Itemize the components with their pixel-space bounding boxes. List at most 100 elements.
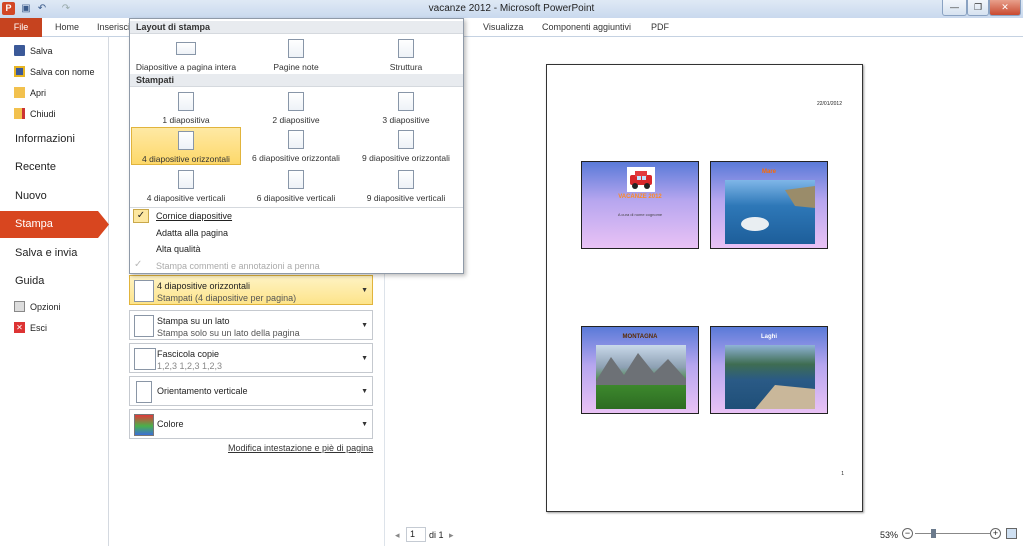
close-command[interactable]: Chiudi xyxy=(14,108,56,119)
save-as-icon xyxy=(14,66,25,77)
open-folder-icon xyxy=(14,87,25,98)
save-icon xyxy=(14,45,25,56)
handout-9-horizontal[interactable]: 9 diapositive orizzontali xyxy=(351,127,461,165)
handout-6h-icon xyxy=(288,130,304,149)
page-number-input[interactable]: 1 xyxy=(406,527,426,542)
slide-title: Laghi xyxy=(761,334,777,340)
full-page-icon xyxy=(176,42,196,55)
slide-title: MONTAGNA xyxy=(622,334,658,340)
popup-section-layout: Layout di stampa xyxy=(130,21,463,34)
tab-recent[interactable]: Recente xyxy=(15,161,56,173)
handout-1-slide[interactable]: 1 diapositiva xyxy=(131,89,241,127)
slide-thumbnail: Laghi xyxy=(710,326,828,414)
handout-9h-icon xyxy=(398,130,414,149)
handout-3-icon xyxy=(398,92,414,111)
slide-title: VACANZE 2012 xyxy=(618,194,662,200)
close-folder-icon xyxy=(14,108,25,119)
color-icon xyxy=(134,414,154,436)
page-date: 22/01/2012 xyxy=(816,101,842,107)
minimize-button[interactable]: — xyxy=(942,0,967,16)
handout-2-slides[interactable]: 2 diapositive xyxy=(241,89,351,127)
save-command[interactable]: Salva xyxy=(14,45,53,56)
chevron-down-icon: ▼ xyxy=(361,287,368,295)
handout-4h-icon xyxy=(178,131,194,150)
exit-command[interactable]: ✕ Esci xyxy=(14,322,47,333)
exit-icon: ✕ xyxy=(14,322,25,333)
page-count: di 1 xyxy=(429,530,444,540)
zoom-in-icon[interactable]: + xyxy=(990,528,1001,539)
handout-2-icon xyxy=(288,92,304,111)
preview-page: 22/01/2012 VACANZE 2012 A cura di nome c… xyxy=(546,64,863,512)
lake-photo xyxy=(725,345,815,409)
print-layout-popup: Layout di stampa Diapositive a pagina in… xyxy=(129,18,464,274)
toggle-frame-slides[interactable]: Cornice diapositive xyxy=(156,211,232,221)
options-icon xyxy=(14,301,25,312)
file-tab[interactable]: File xyxy=(0,18,42,37)
window-title: vacanze 2012 - Microsoft PowerPoint xyxy=(428,3,595,14)
status-bar: ◂ 1 di 1 ▸ 53% − + xyxy=(0,526,1023,546)
fit-to-window-icon[interactable] xyxy=(1006,528,1017,539)
color-dropdown[interactable]: Colore ▼ xyxy=(129,409,373,439)
portrait-icon xyxy=(136,381,152,403)
save-as-command[interactable]: Salva con nome xyxy=(14,66,95,77)
next-page-icon[interactable]: ▸ xyxy=(449,530,454,541)
one-side-icon xyxy=(134,315,154,337)
chevron-down-icon: ▼ xyxy=(361,322,368,330)
open-command[interactable]: Apri xyxy=(14,87,46,98)
mountain-photo xyxy=(596,345,686,409)
handout-4v-icon xyxy=(178,170,194,189)
tab-insert[interactable]: Inserisci xyxy=(97,22,130,32)
handout-9v-icon xyxy=(398,170,414,189)
handout-4-vertical[interactable]: 4 diapositive verticali xyxy=(131,167,241,205)
orientation-dropdown[interactable]: Orientamento verticale ▼ xyxy=(129,376,373,406)
slide-title: Mare xyxy=(761,169,776,175)
zoom-out-icon[interactable]: − xyxy=(902,528,913,539)
tab-home[interactable]: Home xyxy=(55,22,79,32)
slide-subtitle: A cura di nome cognome xyxy=(617,212,663,217)
check-icon: ✓ xyxy=(133,209,149,223)
toggle-high-quality[interactable]: Alta qualità xyxy=(156,244,201,254)
layout-full-page[interactable]: Diapositive a pagina intera xyxy=(131,36,241,74)
handout-3-slides[interactable]: 3 diapositive xyxy=(351,89,461,127)
tab-pdf[interactable]: PDF xyxy=(651,22,669,32)
tab-new[interactable]: Nuovo xyxy=(15,190,47,202)
zoom-level[interactable]: 53% xyxy=(880,530,898,540)
collate-dropdown[interactable]: Fascicola copie 1,2,3 1,2,3 1,2,3 ▼ xyxy=(129,343,373,373)
popup-section-handouts: Stampati xyxy=(130,74,463,87)
previous-page-icon[interactable]: ◂ xyxy=(395,530,400,541)
tab-addins[interactable]: Componenti aggiuntivi xyxy=(542,22,631,32)
zoom-slider-handle[interactable] xyxy=(931,529,936,538)
handout-6-vertical[interactable]: 6 diapositive verticali xyxy=(241,167,351,205)
tab-print[interactable]: Stampa xyxy=(0,211,109,238)
outline-icon xyxy=(398,39,414,58)
tab-info[interactable]: Informazioni xyxy=(15,133,75,145)
handout-6-horizontal[interactable]: 6 diapositive orizzontali xyxy=(241,127,351,165)
title-bar: P ▣ ↶ ↷ vacanze 2012 - Microsoft PowerPo… xyxy=(0,0,1023,18)
chevron-down-icon: ▼ xyxy=(361,388,368,396)
handout-1-icon xyxy=(178,92,194,111)
tab-view[interactable]: Visualizza xyxy=(483,22,523,32)
slide-thumbnail: MONTAGNA xyxy=(581,326,699,414)
layout-dropdown[interactable]: 4 diapositive orizzontali Stampati (4 di… xyxy=(129,275,373,305)
sea-photo xyxy=(725,180,815,244)
layout-notes-pages[interactable]: Pagine note xyxy=(241,36,351,74)
tab-help[interactable]: Guida xyxy=(15,275,44,287)
divider xyxy=(130,207,463,208)
handout-4-horizontal[interactable]: 4 diapositive orizzontali xyxy=(131,127,241,165)
collate-icon xyxy=(134,348,156,370)
sides-dropdown[interactable]: Stampa su un lato Stampa solo su un lato… xyxy=(129,310,373,340)
restore-button[interactable]: ❐ xyxy=(967,0,989,16)
notes-page-icon xyxy=(288,39,304,58)
options-command[interactable]: Opzioni xyxy=(14,301,61,312)
chevron-down-icon: ▼ xyxy=(361,421,368,429)
toggle-scale-to-fit[interactable]: Adatta alla pagina xyxy=(156,228,228,238)
zoom-slider[interactable] xyxy=(915,533,990,534)
toggle-print-comments: Stampa commenti e annotazioni a penna xyxy=(156,261,320,271)
handout-9-vertical[interactable]: 9 diapositive verticali xyxy=(351,167,461,205)
layout-outline[interactable]: Struttura xyxy=(351,36,461,74)
close-button[interactable]: ✕ xyxy=(989,0,1021,16)
header-footer-link[interactable]: Modifica intestazione e piè di pagina xyxy=(228,443,373,453)
tab-save-send[interactable]: Salva e invia xyxy=(15,247,77,259)
car-image xyxy=(627,167,655,192)
handout-4-icon xyxy=(134,280,154,302)
